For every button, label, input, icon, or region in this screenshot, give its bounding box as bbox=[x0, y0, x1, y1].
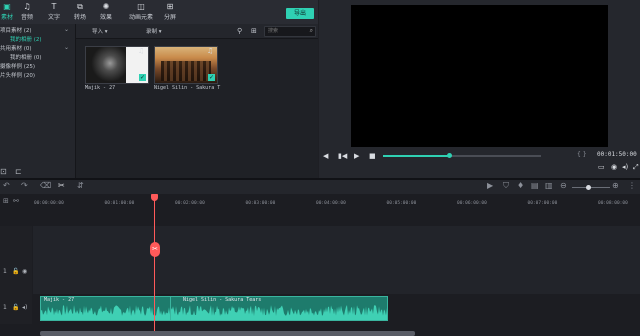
lock-icon[interactable]: 🔓 bbox=[12, 268, 19, 275]
folder-icon[interactable]: ⊏ bbox=[15, 167, 22, 176]
zoom-out-icon[interactable]: ⊖ bbox=[560, 181, 567, 190]
ruler-tick-label: 00:06:00:00 bbox=[457, 201, 487, 206]
clip-label: Majik - 27 bbox=[44, 297, 75, 303]
step-back-icon[interactable]: ▮◀ bbox=[338, 152, 347, 160]
playhead-handle[interactable] bbox=[151, 194, 158, 201]
zoom-slider-handle[interactable] bbox=[586, 185, 591, 190]
clip-label: Nigel Silin - Sakura Tears bbox=[183, 297, 262, 303]
effects-icon: ✺ bbox=[102, 2, 110, 11]
playhead[interactable] bbox=[154, 196, 155, 336]
tab-elements[interactable]: ◫ 动画元素 bbox=[124, 2, 158, 21]
scrubber-progress bbox=[383, 155, 450, 157]
elements-icon: ◫ bbox=[137, 2, 145, 11]
import-dropdown[interactable]: 导入 ▾ bbox=[92, 27, 108, 35]
transition-icon: ⧉ bbox=[77, 2, 83, 11]
music-note-icon: ♫ bbox=[138, 47, 145, 55]
shield-icon[interactable]: ⛉ bbox=[503, 181, 509, 191]
audio-waveform bbox=[171, 305, 387, 320]
stop-icon[interactable]: ■ bbox=[369, 152, 376, 160]
tree-item-shared-media[interactable]: 共用素材 (0) bbox=[0, 44, 32, 52]
lock-icon[interactable]: 🔓 bbox=[12, 304, 19, 311]
split-screen-icon: ⊞ bbox=[166, 2, 174, 11]
track-number: 1 bbox=[3, 304, 7, 311]
brace-markers-icon[interactable]: { } bbox=[577, 151, 587, 158]
more-icon[interactable]: ⋮ bbox=[628, 181, 636, 190]
mix-icon[interactable]: ▥ bbox=[545, 181, 553, 190]
music-note-icon: ♫ bbox=[207, 47, 214, 55]
audio-clip[interactable]: Nigel Silin - Sakura Tears bbox=[170, 296, 388, 321]
thumb-image bbox=[161, 61, 211, 81]
ruler-tick-label: 00:04:00:00 bbox=[316, 201, 346, 206]
play-icon[interactable]: ▶ bbox=[354, 152, 359, 160]
horizontal-scrollbar[interactable] bbox=[40, 331, 415, 336]
add-track-icon[interactable]: ⊞ bbox=[3, 197, 9, 205]
checkmark-icon[interactable]: ✓ bbox=[139, 74, 146, 81]
search-icon[interactable]: ⌕ bbox=[310, 27, 313, 35]
chevron-down-icon: ▾ bbox=[158, 29, 162, 35]
media-name: Majik - 27 bbox=[85, 85, 116, 91]
checkmark-icon[interactable]: ✓ bbox=[208, 74, 215, 81]
tree-item-sample-videos[interactable]: 摄像样例 (25) bbox=[0, 62, 35, 70]
adjust-icon[interactable]: ⇵ bbox=[77, 181, 84, 190]
eye-icon[interactable]: ◉ bbox=[22, 268, 27, 275]
record-dropdown[interactable]: 录制 ▾ bbox=[146, 27, 162, 35]
link-icon[interactable]: ⚯ bbox=[13, 197, 19, 205]
render-icon[interactable]: ▶ bbox=[487, 181, 493, 190]
tab-transition[interactable]: ⧉ 转场 bbox=[67, 2, 93, 21]
thumb-image bbox=[86, 47, 126, 83]
music-note-icon: ♫ bbox=[23, 2, 31, 11]
fullscreen-icon[interactable]: ⤢ bbox=[633, 163, 639, 172]
timeline-toolbar bbox=[0, 180, 640, 194]
audio-waveform bbox=[41, 305, 170, 320]
video-track-header bbox=[0, 226, 32, 294]
top-toolbar: ▣ 素材 ♫ 音频 T 文字 ⧉ 转场 ✺ 效果 ◫ 动画元素 ⊞ 分屏 bbox=[0, 0, 318, 25]
ruler-tick-label: 00:02:00:00 bbox=[175, 201, 205, 206]
grid-view-icon[interactable]: ⊞ bbox=[251, 27, 257, 35]
microphone-icon[interactable]: ♦ bbox=[517, 181, 524, 190]
split-marker-icon[interactable]: ✂ bbox=[150, 242, 160, 257]
tree-item-my-album[interactable]: 我的相册 (2) bbox=[10, 35, 42, 43]
monitor-icon[interactable]: ▭ bbox=[598, 163, 605, 171]
camera-icon[interactable]: ◉ bbox=[611, 163, 617, 171]
cut-icon[interactable]: ✂ bbox=[58, 181, 65, 190]
ruler-tick-label: 00:01:00:00 bbox=[104, 201, 135, 206]
previous-frame-icon[interactable]: ◀ bbox=[323, 152, 328, 160]
undo-icon[interactable]: ↶ bbox=[3, 181, 10, 190]
video-track[interactable] bbox=[33, 226, 640, 294]
tree-item-sample-intros[interactable]: 片头样例 (20) bbox=[0, 71, 35, 79]
tree-item-my-album-2[interactable]: 我的相册 (0) bbox=[10, 53, 42, 61]
search-input[interactable] bbox=[265, 27, 306, 35]
timecode: 00:01:50:00 bbox=[597, 151, 637, 158]
volume-icon[interactable]: ◂) bbox=[22, 304, 27, 311]
track-number: 1 bbox=[3, 268, 7, 275]
tab-text[interactable]: T 文字 bbox=[41, 2, 67, 21]
chevron-down-icon: ▾ bbox=[104, 29, 108, 35]
chevron-down-icon[interactable]: ⌄ bbox=[64, 44, 69, 51]
subtitle-icon[interactable]: ▤ bbox=[531, 181, 539, 190]
chevron-down-icon[interactable]: ⌄ bbox=[64, 26, 69, 33]
ruler-tick-label: 00:08:00:00 bbox=[598, 201, 628, 206]
redo-icon[interactable]: ↷ bbox=[21, 181, 28, 190]
ruler-tick-label: 00:03:00:00 bbox=[245, 201, 276, 206]
library-tree: 项目素材 (2) ⌄ 我的相册 (2) 共用素材 (0) ⌄ 我的相册 (0) … bbox=[0, 24, 76, 178]
volume-icon[interactable]: ◂) bbox=[622, 163, 628, 171]
zoom-in-icon[interactable]: ⊕ bbox=[612, 181, 619, 190]
search-field[interactable]: ⌕ bbox=[264, 26, 316, 37]
ruler-tick-label: 00:07:00:00 bbox=[527, 201, 558, 206]
delete-icon[interactable]: ⌫ bbox=[40, 181, 51, 190]
tab-effects[interactable]: ✺ 效果 bbox=[93, 2, 119, 21]
text-icon: T bbox=[51, 2, 57, 11]
zoom-slider[interactable] bbox=[572, 187, 610, 188]
ruler-tick-label: 00:00:00:00 bbox=[34, 201, 64, 206]
preview-screen bbox=[351, 5, 608, 147]
tab-audio[interactable]: ♫ 音频 bbox=[14, 2, 40, 21]
audio-clip[interactable]: Majik - 27 bbox=[40, 296, 171, 321]
new-folder-icon[interactable]: ⊡ bbox=[0, 167, 7, 176]
export-button[interactable]: 导出 bbox=[286, 8, 314, 19]
media-name: Nigel Silin - Sakura T bbox=[154, 85, 221, 91]
tab-split-screen[interactable]: ⊞ 分屏 bbox=[157, 2, 183, 21]
tree-item-project-media[interactable]: 项目素材 (2) bbox=[0, 26, 32, 34]
filter-icon[interactable]: ⚲ bbox=[237, 27, 242, 35]
ruler-tick-label: 00:05:00:00 bbox=[386, 201, 417, 206]
